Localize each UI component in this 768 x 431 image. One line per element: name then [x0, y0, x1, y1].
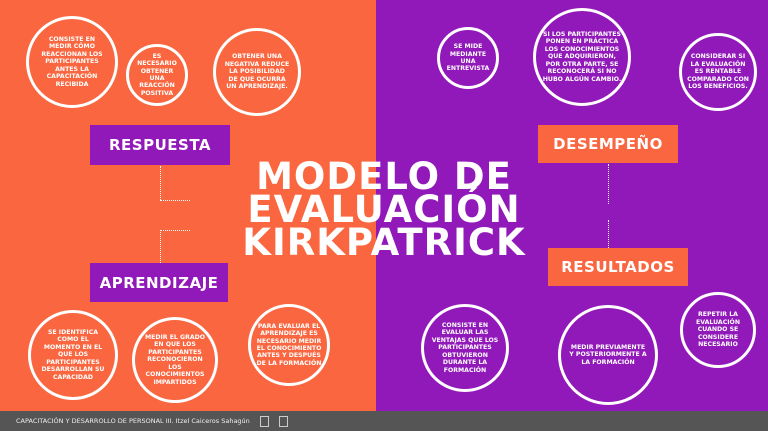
connector-respuesta: [160, 166, 161, 200]
aprendizaje-circle-3: Para evaluar el aprendizaje es necesario…: [248, 304, 330, 386]
respuesta-circle-3: Obtener una negativa reduce la posibilid…: [213, 28, 301, 116]
resultados-circle-2: Medir previamente y posteriormente a la …: [558, 305, 658, 405]
connector-aprendizaje-h: [160, 230, 190, 231]
label-desempeno: DESEMPEÑO: [538, 125, 678, 163]
desempeno-circle-2: Si los participantes ponen en práctica l…: [533, 8, 631, 106]
connector-desempeno: [608, 164, 609, 204]
university-seal-icon: [278, 415, 288, 427]
label-aprendizaje: APRENDIZAJE: [90, 263, 228, 302]
resultados-circle-3: Repetir la evaluación cuando se consider…: [680, 292, 756, 368]
respuesta-circle-2: Es necesario obtener una reacción positi…: [126, 44, 188, 106]
respuesta-circle-1: Consiste en medir cómo reaccionan los pa…: [26, 16, 118, 108]
connector-resultados: [608, 220, 609, 248]
connector-aprendizaje: [160, 230, 161, 263]
resultados-circle-1: Consiste en evaluar las ventajas que los…: [421, 304, 509, 392]
desempeno-circle-1: Se mide mediante una entrevista: [437, 27, 499, 89]
label-resultados: RESULTADOS: [548, 248, 688, 286]
desempeno-circle-3: Considerar si la evaluación es rentable …: [679, 33, 757, 111]
footer-text: CAPACITACIÓN Y DESARROLLO DE PERSONAL II…: [16, 417, 250, 425]
footer: CAPACITACIÓN Y DESARROLLO DE PERSONAL II…: [0, 411, 768, 431]
institution-logo-icon: [259, 415, 269, 427]
connector-respuesta-h: [160, 200, 190, 201]
title-line-3: KIRKPATRICK: [242, 221, 526, 264]
main-title: MODELO DE EVALUACIÓN KIRKPATRICK: [214, 158, 554, 264]
label-respuesta: RESPUESTA: [90, 125, 230, 165]
aprendizaje-circle-2: Medir el grado en que los participantes …: [132, 317, 218, 403]
aprendizaje-circle-1: Se identifica como el momento en el que …: [28, 310, 118, 400]
